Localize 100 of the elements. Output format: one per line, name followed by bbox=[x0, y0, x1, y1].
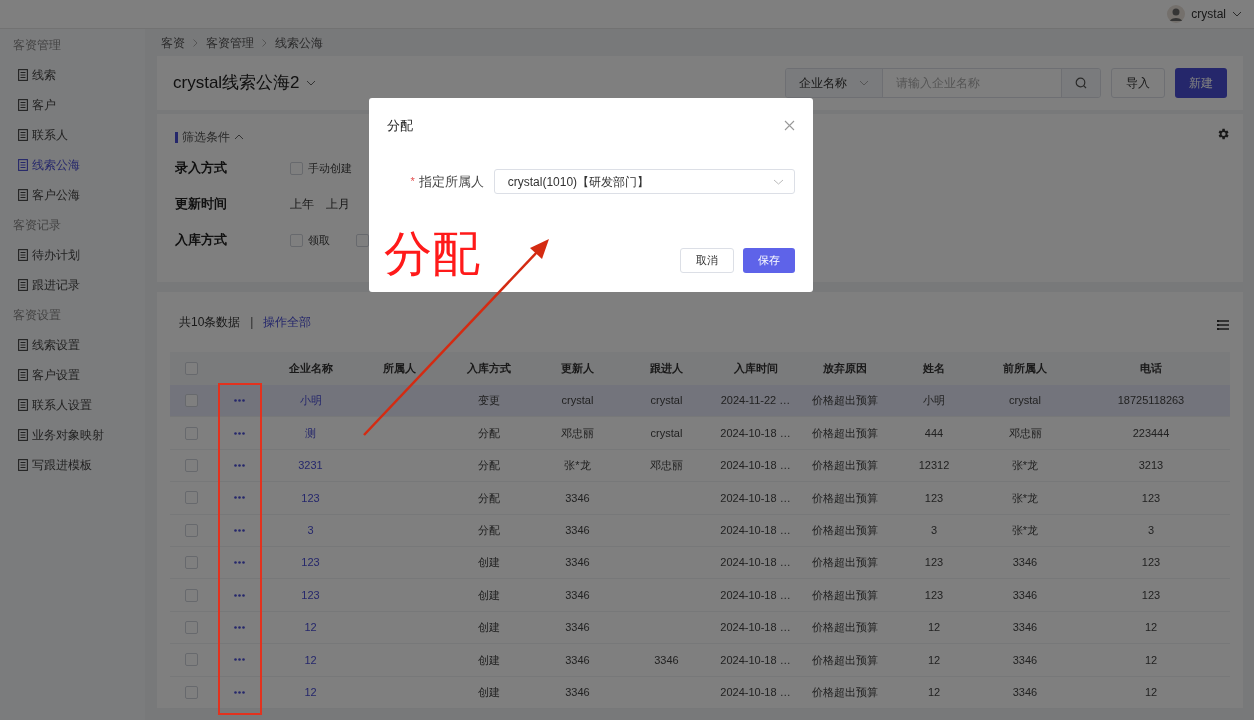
operate-all-link[interactable]: 操作全部 bbox=[263, 313, 312, 331]
filter-title[interactable]: 筛选条件 bbox=[182, 128, 230, 146]
company-link[interactable]: 小明 bbox=[299, 392, 322, 409]
table-cell-text: 3346 bbox=[1012, 652, 1038, 668]
checkbox[interactable] bbox=[356, 233, 369, 247]
column-header[interactable]: 放弃原因 bbox=[823, 360, 867, 377]
checkbox[interactable] bbox=[184, 653, 198, 667]
company-link[interactable]: 12 bbox=[304, 619, 317, 636]
sidebar-item[interactable]: 联系人 bbox=[0, 120, 145, 150]
checkbox[interactable] bbox=[184, 523, 198, 537]
chevron-right-icon bbox=[262, 38, 267, 47]
company-link[interactable]: 测 bbox=[305, 424, 316, 442]
table-cell-text: 张*龙 bbox=[1011, 523, 1039, 538]
sidebar-item[interactable]: 待办计划 bbox=[0, 240, 145, 270]
more-icon[interactable] bbox=[233, 431, 245, 435]
column-header[interactable]: 所属人 bbox=[383, 360, 416, 377]
table-cell-text: crystal bbox=[561, 393, 594, 409]
close-icon[interactable] bbox=[784, 120, 795, 131]
table-cell-text: 3 bbox=[1147, 523, 1155, 538]
chevron-up-icon[interactable] bbox=[234, 134, 244, 140]
save-button[interactable]: 保存 bbox=[743, 248, 795, 273]
column-header[interactable]: 跟进人 bbox=[650, 360, 683, 377]
breadcrumb-item[interactable]: 客资 bbox=[161, 33, 185, 52]
more-icon[interactable] bbox=[233, 593, 245, 597]
document-icon bbox=[18, 399, 28, 411]
more-icon[interactable] bbox=[233, 463, 245, 467]
more-icon[interactable] bbox=[233, 528, 245, 532]
chevron-down-icon[interactable] bbox=[859, 80, 869, 86]
search-button[interactable] bbox=[1061, 69, 1100, 97]
sidebar-item[interactable]: 客户公海 bbox=[0, 180, 145, 210]
table-cell-text: 张*龙 bbox=[564, 458, 591, 474]
company-link[interactable]: 3 bbox=[307, 522, 314, 539]
more-icon[interactable] bbox=[233, 561, 245, 565]
sidebar-item[interactable]: 线索公海 bbox=[0, 150, 145, 180]
column-settings-icon[interactable] bbox=[1217, 320, 1229, 330]
column-header[interactable]: 入库时间 bbox=[733, 360, 778, 377]
company-link[interactable]: 12 bbox=[304, 683, 317, 701]
checkbox[interactable] bbox=[184, 620, 198, 634]
owner-select[interactable]: crystal(1010)【研发部门】 bbox=[493, 169, 795, 194]
sidebar-item[interactable]: 跟进记录 bbox=[0, 270, 145, 300]
chevron-down-icon[interactable] bbox=[773, 178, 784, 185]
column-header[interactable]: 姓名 bbox=[923, 360, 945, 377]
checkbox[interactable] bbox=[184, 426, 198, 440]
checkbox[interactable] bbox=[184, 556, 198, 570]
more-icon[interactable] bbox=[233, 496, 245, 500]
cancel-button[interactable]: 取消 bbox=[680, 248, 734, 273]
sidebar-item[interactable]: 客户设置 bbox=[0, 360, 145, 390]
sidebar-item[interactable]: 客户 bbox=[0, 90, 145, 120]
option-label[interactable]: 领取 bbox=[308, 231, 330, 249]
more-icon[interactable] bbox=[233, 658, 245, 662]
column-header[interactable]: 入库方式 bbox=[466, 360, 511, 377]
document-icon bbox=[18, 339, 28, 351]
table-row[interactable]: 小明 变更 crystal crystal 2024-11-22 … 价格超出预算 小明 crystal 18725118263 bbox=[170, 385, 1230, 418]
more-icon[interactable] bbox=[233, 690, 245, 694]
page-title[interactable]: crystal线索公海2 bbox=[173, 70, 300, 96]
company-link[interactable]: 3231 bbox=[298, 457, 323, 474]
company-link[interactable]: 12 bbox=[304, 651, 317, 669]
table-cell-text: 3346 bbox=[565, 620, 590, 636]
checkbox[interactable] bbox=[290, 161, 303, 175]
import-button[interactable]: 导入 bbox=[1111, 68, 1165, 98]
search-type-select[interactable]: 企业名称 bbox=[786, 69, 883, 97]
company-link[interactable]: 123 bbox=[301, 586, 320, 604]
sidebar-item[interactable]: 联系人设置 bbox=[0, 390, 145, 420]
column-header[interactable]: 前所属人 bbox=[1003, 360, 1047, 377]
table-cell-text: 2024-10-18 … bbox=[720, 458, 791, 474]
create-button[interactable]: 新建 bbox=[1175, 68, 1227, 98]
checkbox[interactable] bbox=[184, 685, 198, 699]
sidebar-item[interactable]: 线索 bbox=[0, 60, 145, 90]
user-name[interactable]: crystal bbox=[1191, 5, 1226, 23]
search-icon[interactable] bbox=[1075, 77, 1087, 89]
chevron-down-icon[interactable] bbox=[1232, 11, 1242, 17]
company-link[interactable]: 123 bbox=[301, 489, 320, 507]
checkbox[interactable] bbox=[184, 588, 198, 602]
document-icon bbox=[18, 69, 28, 81]
chevron-down-icon[interactable] bbox=[305, 80, 316, 86]
more-icon[interactable] bbox=[233, 625, 245, 629]
table-cell-text: 2024-10-18 … bbox=[720, 652, 791, 668]
select-all-checkbox[interactable] bbox=[184, 362, 198, 375]
column-header[interactable]: 电话 bbox=[1140, 360, 1162, 377]
checkbox[interactable] bbox=[184, 458, 198, 472]
table-cell-text: 3346 bbox=[565, 555, 590, 571]
company-link[interactable]: 123 bbox=[301, 554, 320, 571]
breadcrumb-item[interactable]: 线索公海 bbox=[275, 33, 323, 52]
avatar-icon[interactable] bbox=[1167, 5, 1186, 23]
sidebar-item[interactable]: 业务对象映射 bbox=[0, 420, 145, 450]
column-header[interactable]: 企业名称 bbox=[288, 360, 333, 377]
column-header[interactable]: 更新人 bbox=[561, 360, 594, 377]
table-cell-text: 创建 bbox=[477, 555, 500, 571]
checkbox[interactable] bbox=[290, 233, 303, 247]
checkbox[interactable] bbox=[184, 491, 198, 505]
time-option[interactable]: 上月 bbox=[326, 195, 350, 213]
option-label[interactable]: 手动创建 bbox=[308, 159, 352, 177]
table-cell-text: 价格超出预算 bbox=[812, 490, 878, 506]
time-option[interactable]: 上年 bbox=[290, 195, 314, 213]
settings-icon[interactable] bbox=[1216, 127, 1230, 141]
sidebar-item[interactable]: 线索设置 bbox=[0, 330, 145, 360]
breadcrumb-item[interactable]: 客资管理 bbox=[206, 33, 254, 52]
sidebar-item[interactable]: 写跟进模板 bbox=[0, 450, 145, 480]
checkbox[interactable] bbox=[184, 394, 198, 408]
more-icon[interactable] bbox=[233, 399, 245, 403]
